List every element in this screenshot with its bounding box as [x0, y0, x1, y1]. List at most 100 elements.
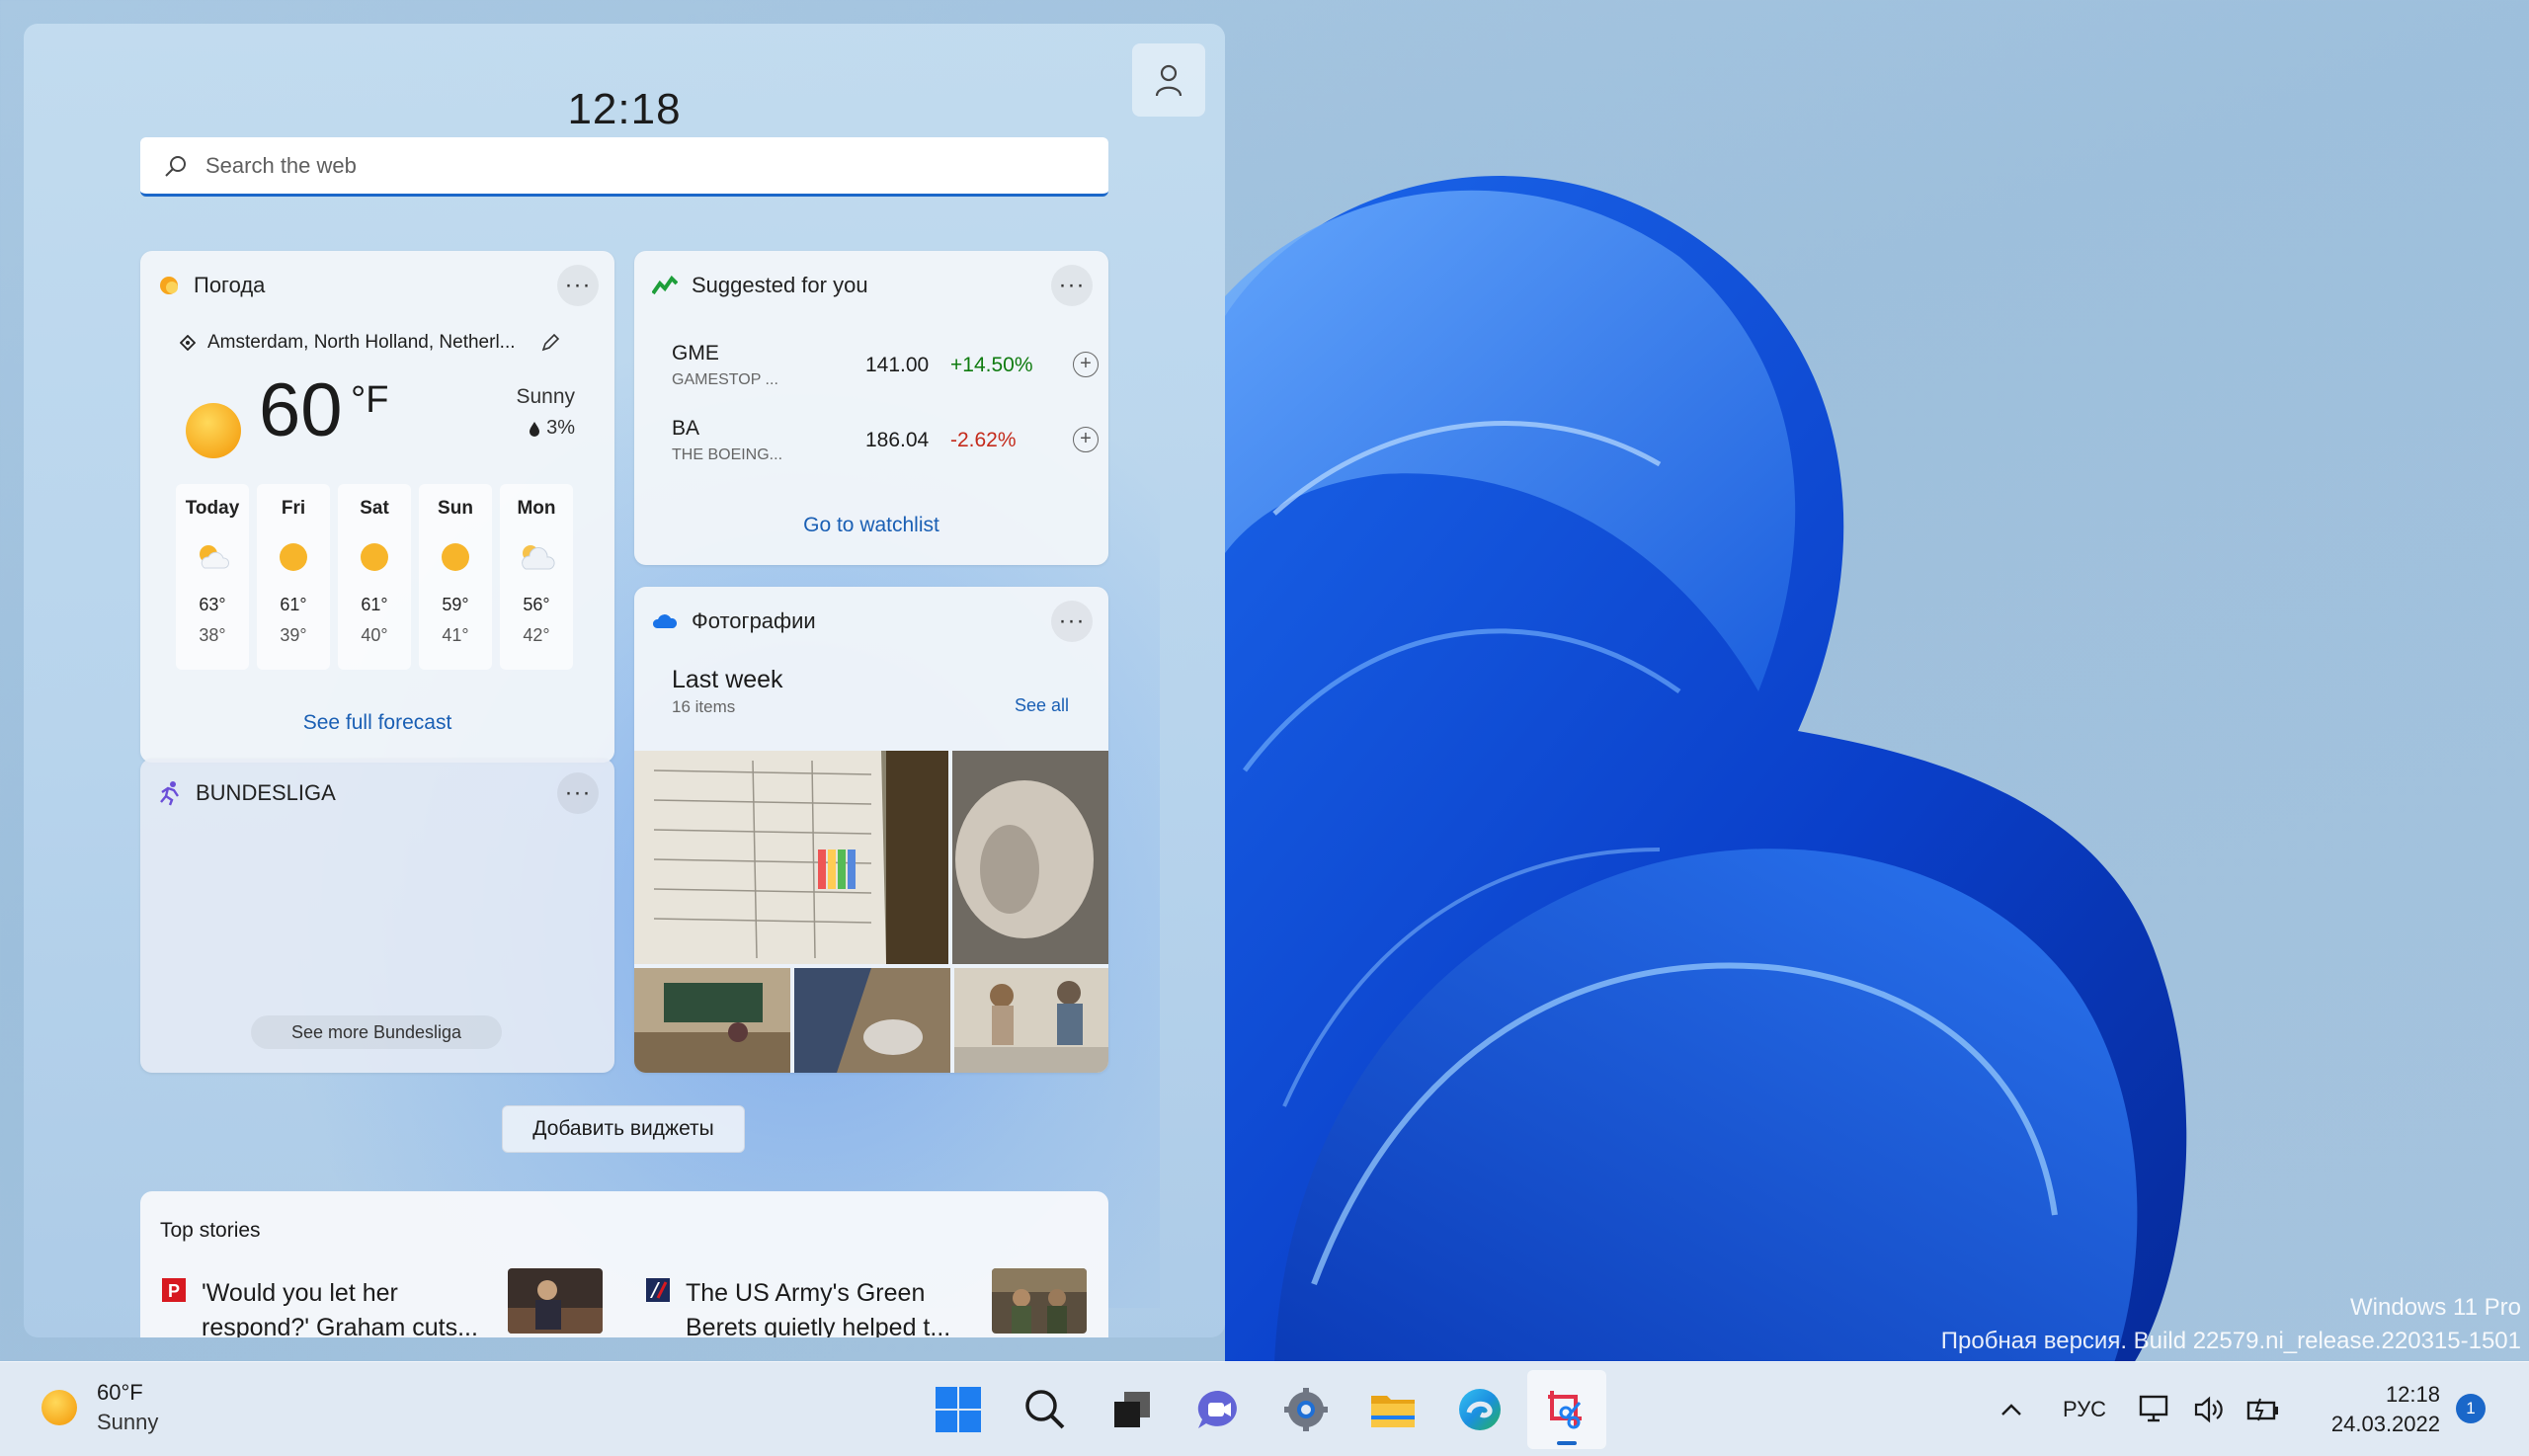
active-app-indicator — [1557, 1441, 1577, 1445]
notification-badge[interactable]: 1 — [2456, 1394, 2486, 1423]
day-high: 56° — [523, 595, 550, 614]
day-low: 40° — [361, 625, 388, 645]
day-low: 42° — [523, 625, 550, 645]
battery-icon[interactable] — [2246, 1397, 2280, 1422]
photos-widget[interactable]: Фотографии ··· Last week 16 items See al… — [634, 587, 1108, 1073]
day-high: 61° — [361, 595, 388, 614]
stock-name: THE BOEING... — [672, 446, 783, 463]
day-high: 63° — [199, 595, 226, 614]
stock-change: -2.62% — [950, 429, 1017, 451]
edge-browser-button[interactable] — [1440, 1370, 1519, 1449]
person-icon — [1155, 64, 1183, 97]
stock-symbol: GME — [672, 342, 719, 364]
build-watermark: Пробная версия. Build 22579.ni_release.2… — [1940, 1328, 2521, 1354]
search-icon — [165, 155, 186, 177]
edit-pencil-icon[interactable] — [539, 332, 561, 354]
sun-icon — [359, 539, 390, 575]
weather-more-button[interactable]: ··· — [557, 265, 599, 306]
file-explorer-button[interactable] — [1353, 1370, 1432, 1449]
location-label: Amsterdam, North Holland, Netherl... — [207, 332, 516, 353]
taskbar-weather-temp: 60°F — [97, 1380, 143, 1405]
weather-temperature: 60 — [259, 368, 343, 452]
day-low: 41° — [442, 625, 469, 645]
edge-icon — [1459, 1389, 1501, 1430]
settings-button[interactable] — [1266, 1370, 1346, 1449]
taskbar-date: 24.03.2022 — [2330, 1412, 2440, 1436]
sports-runner-icon — [160, 781, 179, 806]
weather-header: Погода — [158, 273, 265, 298]
stocks-more-button[interactable]: ··· — [1051, 265, 1093, 306]
stock-change: +14.50% — [950, 354, 1033, 376]
story-item[interactable]: P 'Would you let her respond?' Graham cu… — [162, 1268, 626, 1337]
search-input[interactable] — [205, 152, 1075, 179]
weather-title: Погода — [194, 273, 266, 297]
widgets-panel: 12:18 Погода ··· Amsterdam, North Hollan… — [24, 24, 1225, 1337]
photo-thumbnail — [954, 968, 1108, 1073]
photos-more-button[interactable]: ··· — [1051, 601, 1093, 642]
sun-icon — [278, 539, 309, 575]
add-to-watchlist-icon[interactable]: + — [1073, 427, 1099, 452]
precip-value: 3% — [546, 417, 575, 439]
story-headline: 'Would you let her respond?' Graham cuts… — [202, 1279, 478, 1337]
see-more-bundesliga-button[interactable]: See more Bundesliga — [251, 1015, 502, 1049]
see-full-forecast-link[interactable]: See full forecast — [140, 711, 614, 735]
day-name: Fri — [281, 498, 306, 519]
bundesliga-widget[interactable]: BUNDESLIGA ··· See more Bundesliga — [140, 759, 614, 1073]
album-title: Last week — [672, 666, 783, 693]
snipping-tool-button[interactable] — [1527, 1370, 1606, 1449]
stock-row[interactable]: GME GAMESTOP ... 141.00 +14.50% + — [672, 342, 1099, 401]
forecast-days: Today 63° 38° Fri 61° 39° Sat 61° 40° Su… — [176, 484, 573, 670]
snipping-tool-icon — [1548, 1391, 1582, 1429]
story-item[interactable]: The US Army's Green Berets quietly helpe… — [646, 1268, 1110, 1337]
stock-row[interactable]: BA THE BOEING... 186.04 -2.62% + — [672, 417, 1099, 476]
day-name: Sat — [360, 498, 389, 519]
forecast-day[interactable]: Fri 61° 39° — [257, 484, 330, 670]
forecast-day[interactable]: Sun 59° 41° — [419, 484, 492, 670]
add-widgets-button[interactable]: Добавить виджеты — [502, 1105, 745, 1153]
windows-edition-watermark: Windows 11 Pro — [2350, 1294, 2521, 1321]
forecast-day[interactable]: Today 63° 38° — [176, 484, 249, 670]
input-language[interactable]: РУС — [2063, 1397, 2106, 1422]
photo-grid[interactable] — [634, 751, 1108, 1073]
day-name: Sun — [438, 498, 473, 519]
taskbar-weather-condition: Sunny — [97, 1410, 159, 1434]
bundesliga-header: BUNDESLIGA — [158, 780, 336, 806]
see-all-link[interactable]: See all — [1015, 695, 1069, 716]
volume-icon[interactable] — [2193, 1395, 2225, 1424]
taskbar-weather-button[interactable]: 60°F Sunny — [40, 1380, 158, 1435]
taskbar-clock[interactable]: 12:18 24.03.2022 — [2302, 1380, 2440, 1439]
forecast-day[interactable]: Sat 61° 40° — [338, 484, 411, 670]
photos-title: Фотографии — [692, 608, 816, 633]
bundesliga-more-button[interactable]: ··· — [557, 772, 599, 814]
sun-icon — [440, 539, 471, 575]
go-to-watchlist-link[interactable]: Go to watchlist — [634, 514, 1108, 537]
raindrop-icon — [530, 421, 540, 437]
stock-price: 141.00 — [865, 354, 930, 376]
story-thumbnail — [992, 1268, 1087, 1334]
web-search-box[interactable] — [140, 137, 1108, 197]
task-view-icon — [1114, 1392, 1150, 1427]
sun-icon — [41, 1390, 77, 1425]
chevron-up-icon[interactable] — [1999, 1402, 2023, 1417]
chat-button[interactable] — [1180, 1370, 1259, 1449]
photo-thumbnail — [634, 751, 948, 964]
weather-widget[interactable]: Погода ··· Amsterdam, North Holland, Net… — [140, 251, 614, 763]
forecast-day[interactable]: Mon 56° 42° — [500, 484, 573, 670]
search-button[interactable] — [1006, 1370, 1085, 1449]
add-to-watchlist-icon[interactable]: + — [1073, 352, 1099, 377]
cloudy-icon — [518, 539, 555, 575]
weather-location[interactable]: Amsterdam, North Holland, Netherl... — [180, 332, 561, 354]
account-button[interactable] — [1132, 43, 1205, 117]
teams-chat-icon — [1197, 1390, 1237, 1428]
story-headline: The US Army's Green Berets quietly helpe… — [686, 1279, 951, 1337]
task-view-button[interactable] — [1093, 1370, 1172, 1449]
stock-symbol: BA — [672, 417, 700, 440]
stocks-title: Suggested for you — [692, 273, 868, 297]
stocks-header: Suggested for you — [652, 273, 868, 298]
start-button[interactable] — [919, 1370, 998, 1449]
day-low: 38° — [199, 625, 226, 645]
network-icon[interactable] — [2138, 1394, 2171, 1425]
stock-chart-icon — [652, 276, 678, 295]
stocks-widget[interactable]: Suggested for you ··· GME GAMESTOP ... 1… — [634, 251, 1108, 565]
day-high: 61° — [280, 595, 307, 614]
